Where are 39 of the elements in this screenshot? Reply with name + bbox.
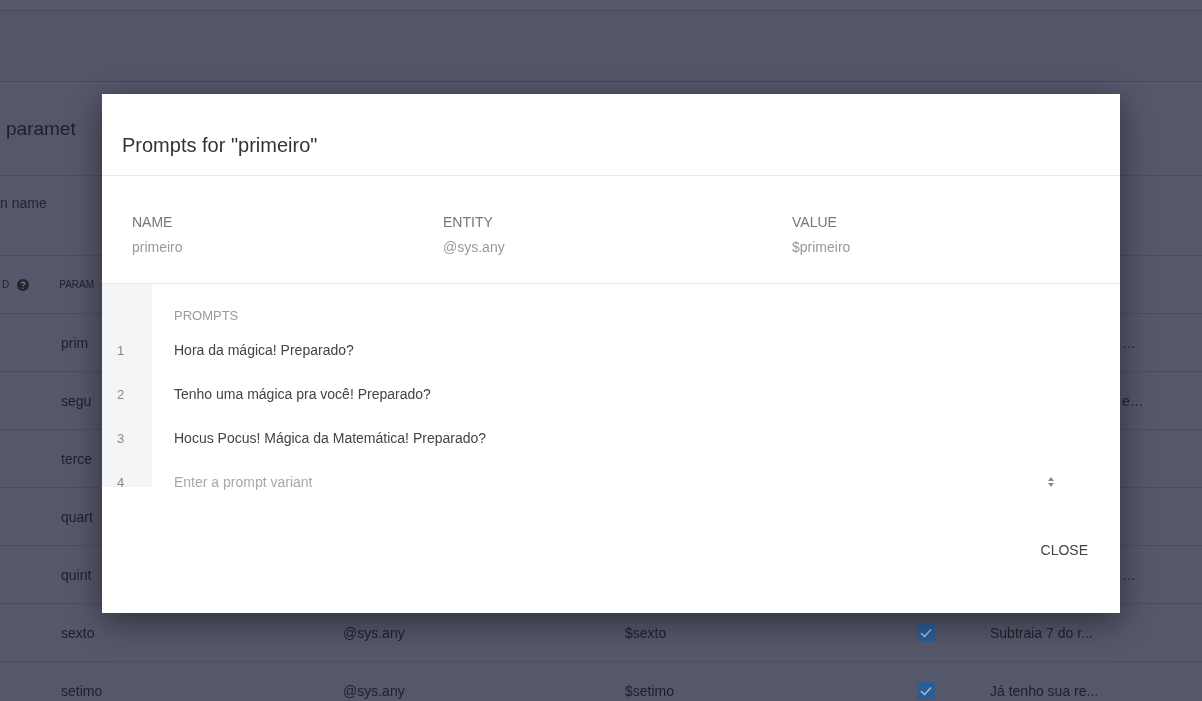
parameter-name: quart bbox=[61, 508, 93, 525]
parameter-name: quint bbox=[61, 566, 92, 583]
line-number: 1 bbox=[117, 342, 125, 358]
entity-text: @sys.any bbox=[343, 624, 405, 641]
parameter-name: sexto bbox=[61, 624, 95, 641]
prompt-text[interactable]: Hocus Pocus! Mágica da Matemática! Preparado? bbox=[174, 430, 487, 446]
field-label: ENTITY bbox=[443, 214, 494, 230]
entity-text: @sys.any bbox=[343, 682, 405, 699]
parameter-name: setimo bbox=[61, 682, 103, 699]
help-icon[interactable] bbox=[17, 278, 30, 291]
page-title: paramet bbox=[6, 117, 76, 140]
line-number: 2 bbox=[117, 386, 125, 402]
prompts-label: PROMPTS bbox=[173, 307, 240, 325]
field-label: VALUE bbox=[792, 214, 838, 230]
prompt-text: … bbox=[1122, 566, 1136, 583]
prompt-text: Já tenho sua re... bbox=[990, 682, 1099, 699]
field-value: $primeiro bbox=[792, 239, 851, 255]
prompt-text[interactable]: Hora da mágica! Preparado? bbox=[174, 342, 354, 358]
prompt-text: e… bbox=[1122, 392, 1144, 409]
list-checkbox[interactable] bbox=[917, 681, 935, 700]
column-header: D bbox=[2, 279, 10, 290]
field-value: @sys.any bbox=[443, 239, 506, 255]
line-number: 3 bbox=[117, 430, 125, 446]
spinner-arrows-icon[interactable] bbox=[1047, 476, 1055, 488]
prompt-text: Subtraia 7 do r... bbox=[990, 624, 1093, 641]
dialog-title: Prompts for "primeiro" bbox=[102, 94, 1120, 176]
line-number: 4 bbox=[117, 474, 125, 490]
column-header: PARAM bbox=[59, 279, 95, 290]
prompt-text: … bbox=[1122, 334, 1136, 351]
prompt-text[interactable]: Tenho uma mágica pra você! Preparado? bbox=[174, 386, 431, 402]
value-text: $sexto bbox=[625, 624, 667, 641]
parameter-name: segu bbox=[61, 392, 92, 409]
search-field[interactable]: n name bbox=[0, 195, 70, 211]
field-value: primeiro bbox=[132, 239, 184, 255]
parameter-name: prim bbox=[61, 334, 89, 351]
list-checkbox[interactable] bbox=[917, 623, 935, 642]
value-text: $setimo bbox=[625, 682, 675, 699]
parameter-name: terce bbox=[61, 450, 93, 467]
field-label: NAME bbox=[132, 214, 174, 230]
